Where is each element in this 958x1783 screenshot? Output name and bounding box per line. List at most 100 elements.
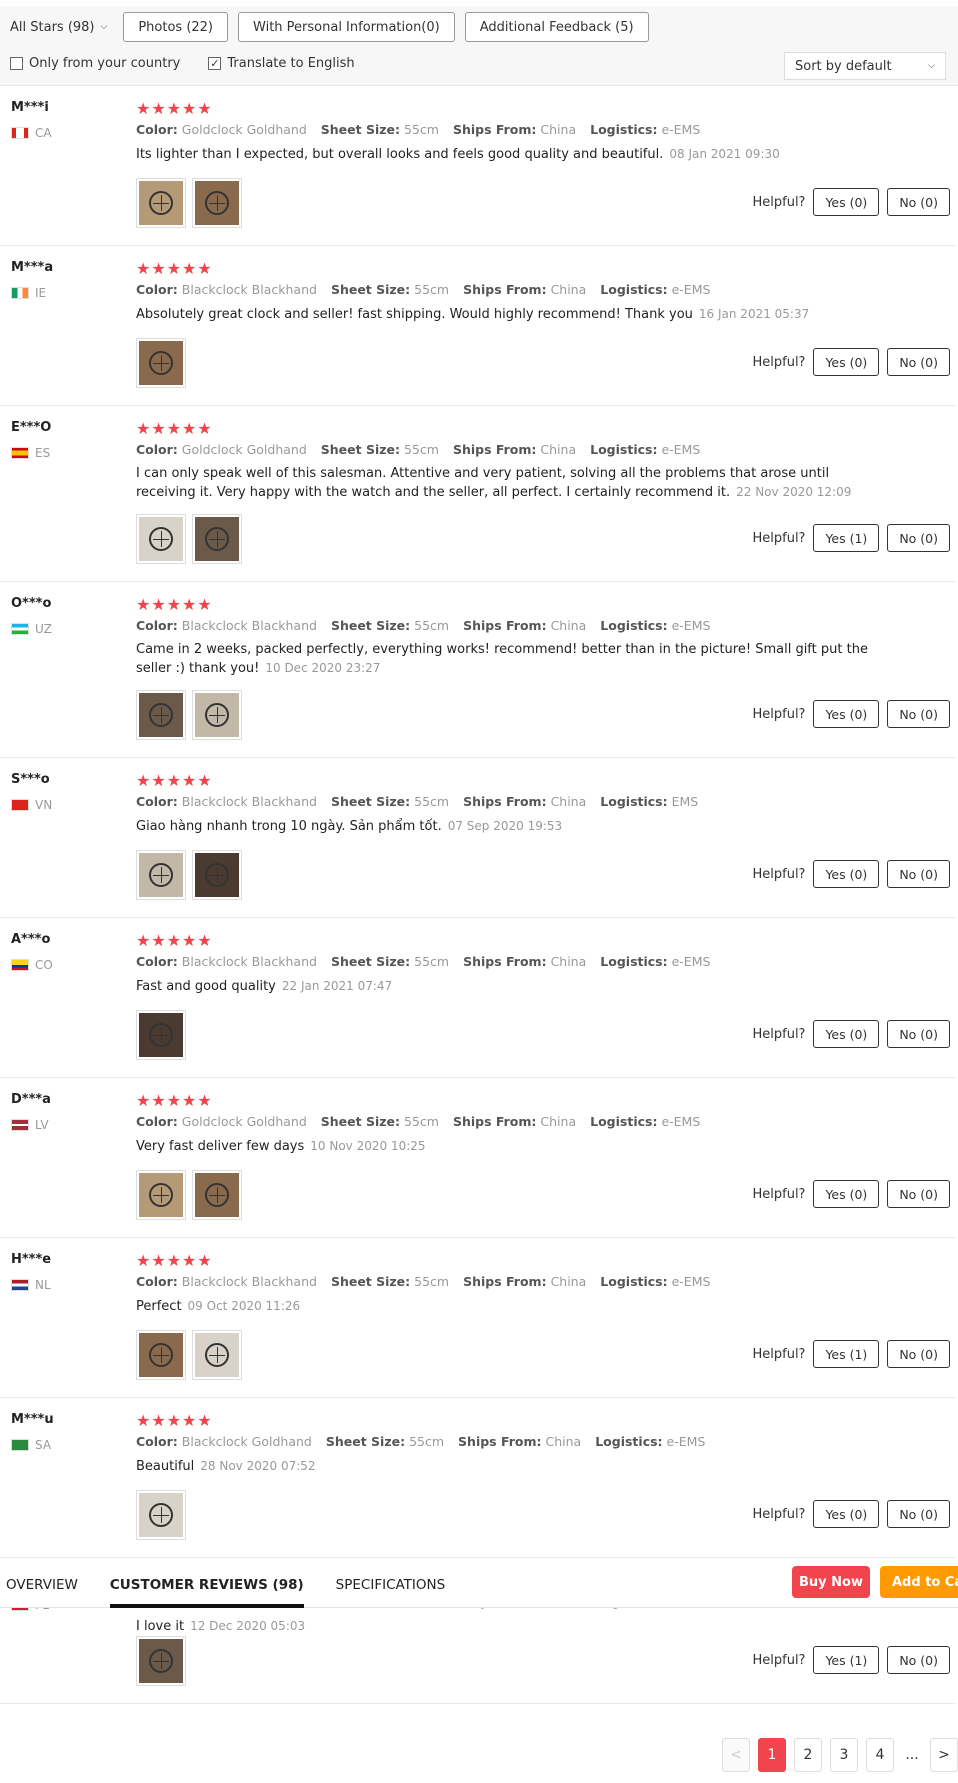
reviewer-name: M***i — [11, 100, 49, 115]
review-photo-thumbnail[interactable] — [136, 1490, 186, 1540]
review-date: 22 Jan 2021 07:47 — [281, 979, 393, 993]
helpful-no-button[interactable]: No (0) — [887, 188, 950, 216]
helpful-yes-button[interactable]: Yes (0) — [813, 1500, 880, 1528]
review-text: Beautiful 28 Nov 2020 07:52 — [136, 1459, 316, 1474]
review-photo-thumbnail[interactable] — [136, 1636, 186, 1686]
attr-color: Color: Blackclock Blackhand — [136, 954, 317, 969]
reviewer-name: E***O — [11, 420, 52, 435]
review-photos — [136, 1170, 242, 1220]
helpful-yes-button[interactable]: Yes (0) — [813, 1180, 880, 1208]
reviewer-name: M***u — [11, 1412, 54, 1427]
star-filter-dropdown[interactable]: All Stars (98) ⌵ — [10, 12, 113, 42]
country-flag-icon — [11, 1119, 29, 1131]
helpful-no-button[interactable]: No (0) — [887, 348, 950, 376]
tab-specifications[interactable]: SPECIFICATIONS — [336, 1562, 446, 1608]
review-item: M***i CA ★★★★★ Color: Goldclock Goldhand She… — [0, 86, 955, 246]
attr-logistics: Logistics: e-EMS — [590, 442, 701, 457]
reviewer-country: ES — [11, 446, 50, 460]
photos-filter-button[interactable]: Photos (22) — [123, 12, 229, 42]
translate-checkbox[interactable]: ✓ Translate to English — [208, 56, 355, 71]
helpful-no-button[interactable]: No (0) — [887, 524, 950, 552]
attr-sheet-size: Sheet Size: 55cm — [330, 618, 450, 633]
review-photo-thumbnail[interactable] — [192, 1330, 242, 1380]
clock-image-icon — [149, 703, 173, 727]
review-photo-thumbnail[interactable] — [136, 1010, 186, 1060]
review-photo-thumbnail[interactable] — [192, 690, 242, 740]
helpful-yes-button[interactable]: Yes (1) — [813, 524, 880, 552]
helpful-vote: Helpful? Yes (0) No (0) — [752, 1020, 950, 1048]
review-photo-thumbnail[interactable] — [192, 514, 242, 564]
page-2-button[interactable]: 2 — [794, 1738, 822, 1772]
next-page-button[interactable]: > — [930, 1738, 958, 1772]
clock-image-icon — [149, 863, 173, 887]
reviewer-country: LV — [11, 1118, 49, 1132]
helpful-no-button[interactable]: No (0) — [887, 1340, 950, 1368]
review-text: I love it 12 Dec 2020 05:03 — [136, 1619, 306, 1634]
review-photo-thumbnail[interactable] — [136, 1170, 186, 1220]
country-code: UZ — [35, 622, 52, 636]
personal-info-filter-button[interactable]: With Personal Information(0) — [238, 12, 455, 42]
page-4-button[interactable]: 4 — [866, 1738, 894, 1772]
review-item: H***e NL ★★★★★ Color: Blackclock Blackhand S… — [0, 1238, 955, 1398]
review-photo-thumbnail[interactable] — [192, 178, 242, 228]
helpful-yes-button[interactable]: Yes (0) — [813, 1020, 880, 1048]
review-photo-thumbnail[interactable] — [192, 1170, 242, 1220]
review-date: 12 Dec 2020 05:03 — [190, 1619, 306, 1633]
helpful-no-button[interactable]: No (0) — [887, 1500, 950, 1528]
attr-color: Color: Goldclock Goldhand — [136, 442, 307, 457]
attr-logistics: Logistics: e-EMS — [600, 618, 711, 633]
prev-page-button[interactable]: < — [722, 1738, 750, 1772]
helpful-label: Helpful? — [752, 1026, 806, 1042]
review-text: Very fast deliver few days 10 Nov 2020 10… — [136, 1139, 426, 1154]
attr-ships-from: Ships From: China — [452, 442, 577, 457]
add-to-cart-button[interactable]: Add to Car — [880, 1566, 958, 1598]
review-photo-thumbnail[interactable] — [136, 850, 186, 900]
attr-ships-from: Ships From: China — [463, 618, 587, 633]
country-flag-icon — [11, 959, 29, 971]
review-item: M***u SA ★★★★★ Color: Blackclock Goldhand Sh… — [0, 1398, 955, 1558]
chevron-down-icon: ⌵ — [100, 22, 108, 32]
page-1-button[interactable]: 1 — [758, 1738, 786, 1772]
review-photo-thumbnail[interactable] — [192, 850, 242, 900]
only-my-country-checkbox[interactable]: Only from your country — [10, 56, 180, 71]
helpful-no-button[interactable]: No (0) — [887, 1020, 950, 1048]
buy-now-button[interactable]: Buy Now — [792, 1566, 870, 1598]
tab-overview[interactable]: OVERVIEW — [6, 1562, 78, 1608]
helpful-yes-button[interactable]: Yes (0) — [813, 348, 880, 376]
helpful-no-button[interactable]: No (0) — [887, 700, 950, 728]
helpful-yes-button[interactable]: Yes (1) — [813, 1646, 880, 1674]
reviewer-country: CA — [11, 126, 52, 140]
helpful-yes-button[interactable]: Yes (0) — [813, 700, 880, 728]
clock-image-icon — [149, 1343, 173, 1367]
helpful-no-button[interactable]: No (0) — [887, 1180, 950, 1208]
helpful-yes-button[interactable]: Yes (1) — [813, 1340, 880, 1368]
review-photo-thumbnail[interactable] — [136, 514, 186, 564]
tab-customer-reviews[interactable]: CUSTOMER REVIEWS (98) — [109, 1562, 304, 1608]
clock-image-icon — [205, 703, 229, 727]
review-item: D***a LV ★★★★★ Color: Goldclock Goldhand She… — [0, 1078, 955, 1238]
review-attributes: Color: Blackclock Goldhand Sheet Size: 55… — [136, 1434, 876, 1449]
country-flag-icon — [11, 799, 29, 811]
star-rating: ★★★★★ — [136, 1411, 213, 1430]
review-photo-thumbnail[interactable] — [136, 338, 186, 388]
product-reviews-page: All Stars (98) ⌵ Photos (22) With Person… — [0, 0, 958, 1783]
review-list: M***i CA ★★★★★ Color: Goldclock Goldhand She… — [0, 86, 958, 1704]
review-date: 28 Nov 2020 07:52 — [200, 1459, 316, 1473]
attr-sheet-size: Sheet Size: 55cm — [330, 282, 450, 297]
helpful-no-button[interactable]: No (0) — [887, 1646, 950, 1674]
review-photo-thumbnail[interactable] — [136, 1330, 186, 1380]
helpful-no-button[interactable]: No (0) — [887, 860, 950, 888]
country-flag-icon — [11, 447, 29, 459]
helpful-yes-button[interactable]: Yes (0) — [813, 188, 880, 216]
review-item: E***O ES ★★★★★ Color: Goldclock Goldhand She… — [0, 406, 955, 582]
review-photo-thumbnail[interactable] — [136, 690, 186, 740]
page-3-button[interactable]: 3 — [830, 1738, 858, 1772]
helpful-yes-button[interactable]: Yes (0) — [813, 860, 880, 888]
review-date: 07 Sep 2020 19:53 — [447, 819, 563, 833]
additional-feedback-filter-button[interactable]: Additional Feedback (5) — [464, 12, 649, 42]
review-photo-thumbnail[interactable] — [136, 178, 186, 228]
sort-dropdown[interactable]: Sort by default ⌵ — [784, 52, 946, 80]
star-rating: ★★★★★ — [136, 595, 213, 614]
helpful-label: Helpful? — [752, 866, 806, 882]
attr-color: Color: Blackclock Blackhand — [136, 794, 317, 809]
